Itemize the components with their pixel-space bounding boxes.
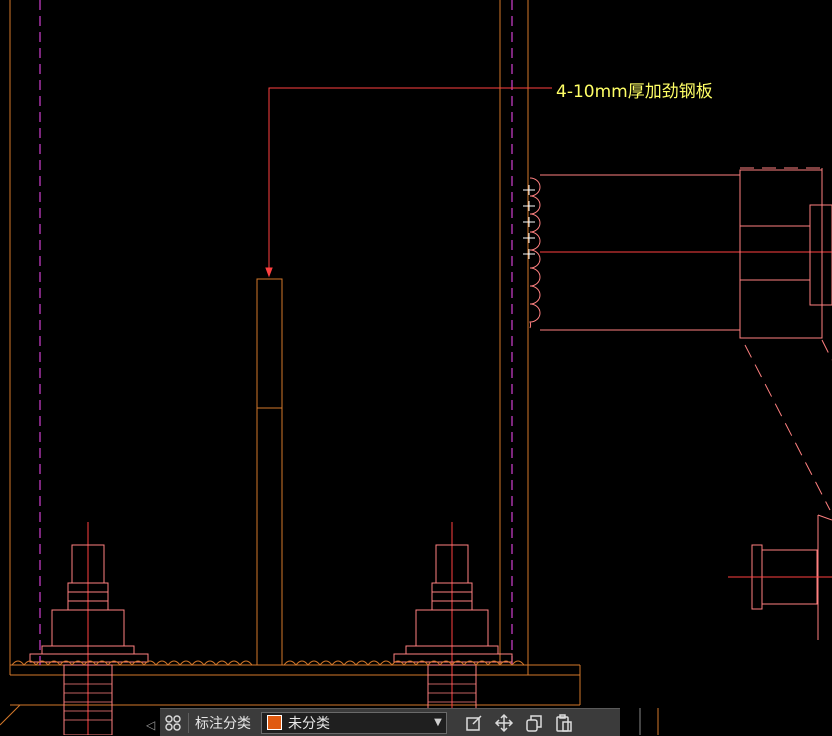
stiffener-plate	[256, 278, 283, 666]
annotation-toolbar: 标注分类 未分类 ▼	[160, 708, 620, 736]
column-frame	[9, 0, 581, 706]
base-weld-row	[11, 660, 525, 666]
cad-drawing-canvas[interactable]: 4-10mm厚加劲钢板	[0, 0, 832, 735]
category-select[interactable]: 未分类 ▼	[261, 711, 447, 734]
paste-icon[interactable]	[551, 711, 577, 735]
annotation-text[interactable]: 4-10mm厚加劲钢板	[556, 82, 713, 102]
chevron-down-icon: ▼	[434, 717, 442, 728]
collapse-arrow-icon[interactable]: ◁	[146, 718, 155, 732]
anchor-bolt-left	[29, 522, 149, 735]
beam-connection	[540, 169, 832, 339]
copy-icon[interactable]	[521, 711, 547, 735]
move-icon[interactable]	[491, 711, 517, 735]
annotation-leader	[265, 87, 552, 278]
beam-dashed	[740, 167, 832, 511]
category-color-swatch	[267, 715, 282, 730]
anchor-bolt-right	[393, 522, 513, 735]
weld-beads	[529, 177, 541, 329]
edit-icon[interactable]	[461, 711, 487, 735]
toolbar-tools	[461, 711, 577, 735]
category-select-value: 未分类	[288, 715, 330, 732]
category-label: 标注分类	[195, 715, 251, 732]
toolbar-separator	[188, 712, 189, 733]
right-bolt	[728, 514, 832, 640]
grid-icon[interactable]	[160, 711, 186, 735]
hidden-lines	[39, 0, 513, 665]
